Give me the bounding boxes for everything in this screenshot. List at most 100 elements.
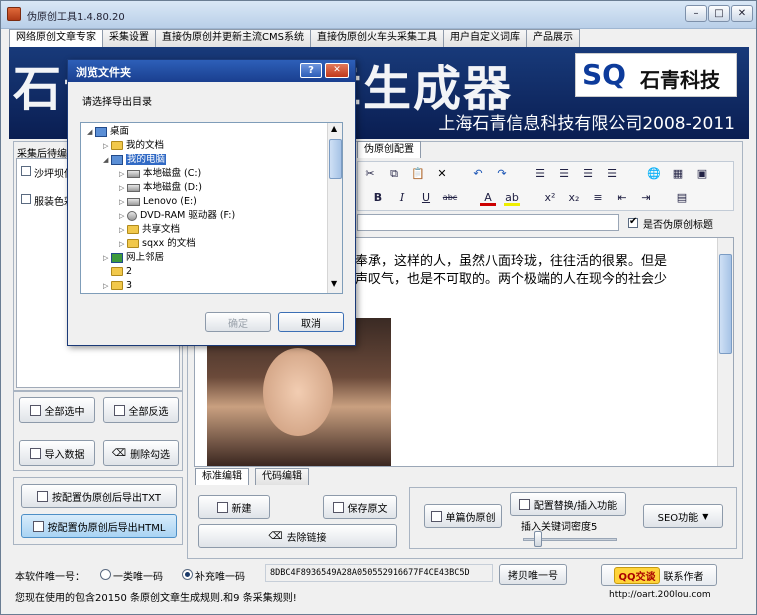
remove-link-button[interactable]: ⌫ 去除链接: [198, 524, 397, 548]
link-icon[interactable]: 🌐: [646, 166, 662, 182]
minimize-button[interactable]: –: [685, 5, 707, 22]
paste-icon[interactable]: 📋: [410, 166, 426, 182]
italic-icon[interactable]: I: [394, 190, 410, 206]
item-checkbox[interactable]: [21, 194, 31, 204]
select-all-button[interactable]: 全部选中: [19, 397, 95, 423]
copy-icon[interactable]: ⧉: [386, 166, 402, 182]
tab-train-collector[interactable]: 直接伪原创火车头采集工具: [309, 29, 444, 47]
radio-supplement[interactable]: [182, 569, 193, 580]
title-input[interactable]: [357, 214, 619, 231]
unique-code-field[interactable]: 8DBC4F8936549A28A050552916677F4CE43BC5D: [265, 564, 493, 582]
tree-label: 我的电脑: [126, 154, 167, 165]
redo-icon[interactable]: ↷: [494, 166, 510, 182]
export-txt-button[interactable]: 按配置伪原创后导出TXT: [21, 484, 177, 508]
horizontal-rule-icon[interactable]: ▤: [674, 190, 690, 206]
align-right-icon[interactable]: ☰: [580, 166, 596, 182]
radio-type1[interactable]: [100, 569, 111, 580]
tab-products[interactable]: 产品展示: [525, 29, 580, 47]
dialog-cancel-button[interactable]: 取消: [278, 312, 344, 332]
tree-node-drive-d[interactable]: ▷ 本地磁盘 (D:): [119, 181, 202, 194]
cut-icon[interactable]: ✂: [362, 166, 378, 182]
superscript-icon[interactable]: x²: [542, 190, 558, 206]
highlight-icon[interactable]: ab: [504, 190, 520, 206]
folder-tree[interactable]: ◢ 桌面 ▷ 我的文档 ◢ 我的电脑 ▷ 本地磁盘 (C:) ▷ 本地磁盘 (D:) ▷ L…: [80, 122, 343, 294]
tree-node-drive-c[interactable]: ▷ 本地磁盘 (C:): [119, 167, 201, 180]
expand-icon: ▷: [119, 198, 125, 206]
ordered-list-icon[interactable]: ≡: [590, 190, 606, 206]
chevron-down-icon: ▼: [702, 511, 709, 521]
strike-icon[interactable]: abc: [442, 190, 458, 206]
tree-node-documents[interactable]: ▷ 我的文档: [103, 139, 164, 152]
dialog-ok-button[interactable]: 确定: [205, 312, 271, 332]
subscript-icon[interactable]: x₂: [566, 190, 582, 206]
bold-icon[interactable]: B: [370, 190, 386, 206]
invert-icon: [113, 404, 125, 416]
table-icon[interactable]: ▦: [670, 166, 686, 182]
import-data-button[interactable]: 导入数据: [19, 440, 95, 466]
dialog-help-button[interactable]: ?: [300, 63, 322, 78]
tree-node-2[interactable]: 2: [103, 265, 132, 278]
align-left-icon[interactable]: ☰: [532, 166, 548, 182]
density-slider-thumb[interactable]: [534, 531, 542, 547]
indent-icon[interactable]: ⇥: [638, 190, 654, 206]
tree-node-3[interactable]: ▷ 3: [103, 279, 132, 292]
tree-scroll-thumb[interactable]: [329, 139, 342, 179]
tree-label: 3: [126, 280, 133, 291]
tree-scrollbar[interactable]: ▲ ▼: [327, 123, 342, 293]
browse-folder-dialog: 浏览文件夹 ? ✕ 请选择导出目录 ◢ 桌面 ▷ 我的文档 ◢ 我的电脑 ▷ 本地磁盘 …: [67, 59, 356, 346]
tab-article-expert[interactable]: 网络原创文章专家: [9, 29, 103, 48]
config-replace-button[interactable]: 配置替换/插入功能: [510, 492, 626, 516]
copy-unique-button[interactable]: 拷贝唯一号: [499, 564, 567, 585]
website-url[interactable]: http://oart.200lou.com: [609, 590, 711, 600]
tab-user-dictionary[interactable]: 用户自定义词库: [442, 29, 527, 47]
new-button[interactable]: 新建: [198, 495, 270, 519]
contact-author-button[interactable]: QQ交谈 联系作者: [601, 564, 717, 586]
undo-icon[interactable]: ↶: [470, 166, 486, 182]
tab-code-edit[interactable]: 代码编辑: [255, 468, 309, 485]
delete-icon[interactable]: ✕: [434, 166, 450, 182]
tree-node-network[interactable]: ▷ 网上邻居: [103, 251, 164, 264]
item-checkbox[interactable]: [21, 166, 31, 176]
align-center-icon[interactable]: ☰: [556, 166, 572, 182]
tree-node-drive-e[interactable]: ▷ Lenovo (E:): [119, 195, 197, 208]
invert-select-button[interactable]: 全部反选: [103, 397, 179, 423]
folder-icon: [111, 281, 123, 290]
tree-label: 我的文档: [126, 140, 165, 151]
seo-dropdown-button[interactable]: SEO功能 ▼: [643, 504, 723, 528]
tree-node-shared[interactable]: ▷ 共享文档: [119, 223, 180, 236]
pen-icon: [430, 510, 442, 522]
outdent-icon[interactable]: ⇤: [614, 190, 630, 206]
save-original-button[interactable]: 保存原文: [323, 495, 397, 519]
tree-node-user-docs[interactable]: ▷ sqxx 的文档: [119, 237, 196, 250]
scroll-up-icon[interactable]: ▲: [331, 124, 337, 133]
tab-collect-settings[interactable]: 采集设置: [102, 29, 156, 47]
image-icon[interactable]: ▣: [694, 166, 710, 182]
tree-node-my-computer[interactable]: ◢ 我的电脑: [103, 153, 167, 166]
pseudo-title-checkbox[interactable]: ✔: [628, 216, 638, 228]
editor-scrollbar[interactable]: [717, 238, 733, 466]
drive-icon: [127, 169, 140, 178]
expand-icon: ▷: [119, 226, 125, 234]
format-toolbar: ✂ ⧉ 📋 ✕ ↶ ↷ ☰ ☰ ☰ ☰ 🌐 ▦ ▣ B I U abc A ab…: [357, 161, 734, 211]
expand-icon: ▷: [103, 142, 109, 150]
close-button[interactable]: ✕: [731, 5, 753, 22]
justify-icon[interactable]: ☰: [604, 166, 620, 182]
font-color-icon[interactable]: A: [480, 190, 496, 206]
delete-checked-button[interactable]: ⌫ 删除勾选: [103, 440, 179, 466]
new-label: 新建: [231, 503, 252, 515]
tab-cms-update[interactable]: 直接伪原创并更新主流CMS系统: [155, 29, 311, 47]
tree-node-desktop[interactable]: ◢ 桌面: [87, 125, 129, 138]
tab-standard-edit[interactable]: 标准编辑: [195, 468, 249, 485]
single-pseudo-button[interactable]: 单篇伪原创: [424, 504, 502, 528]
tree-node-drive-f[interactable]: ▷ DVD-RAM 驱动器 (F:): [119, 209, 235, 222]
editor-scroll-thumb[interactable]: [719, 254, 732, 354]
export-html-button[interactable]: 按配置伪原创后导出HTML: [21, 514, 177, 538]
tab-pseudo-config[interactable]: 伪原创配置: [357, 141, 421, 158]
folder-icon: [111, 141, 123, 150]
underline-icon[interactable]: U: [418, 190, 434, 206]
scroll-down-icon[interactable]: ▼: [331, 279, 337, 288]
qq-label: QQ交谈: [618, 571, 656, 583]
maximize-button[interactable]: □: [708, 5, 730, 22]
expand-icon: ▷: [119, 212, 125, 220]
dialog-close-button[interactable]: ✕: [325, 63, 349, 78]
